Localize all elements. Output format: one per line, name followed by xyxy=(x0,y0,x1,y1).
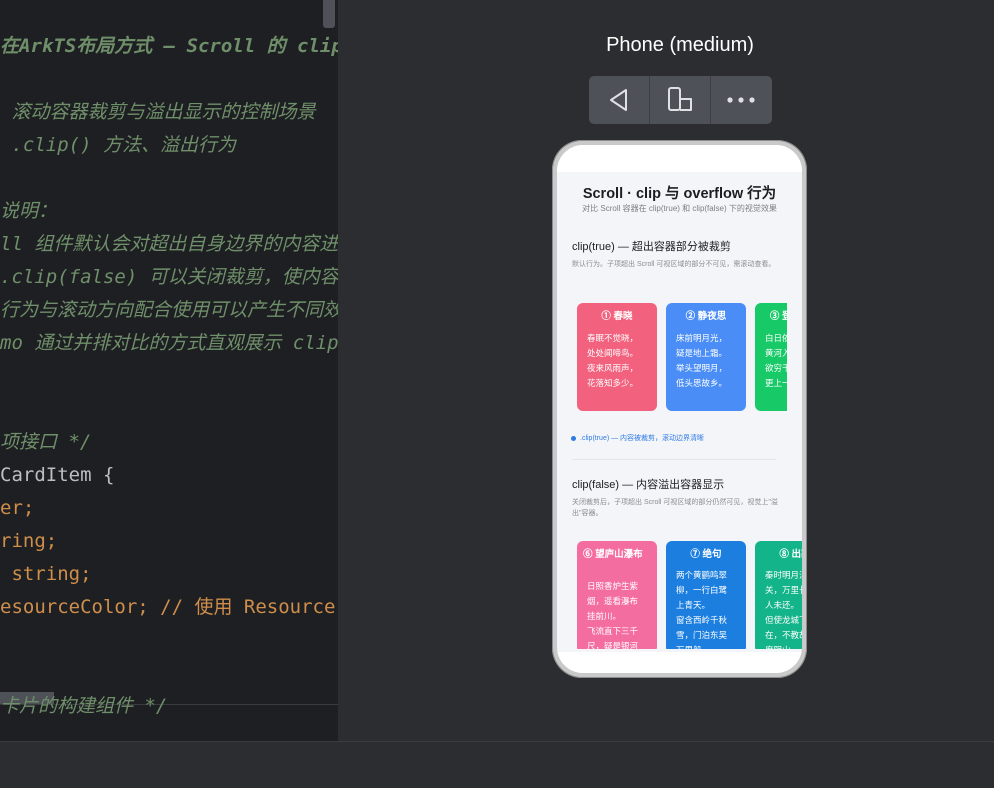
card-1: ① 春晓 春眠不觉晓， 处处闻啼鸟。 夜来风雨声， 花落知多少。 xyxy=(577,303,657,411)
section2-title: clip(false) — 内容溢出容器显示 xyxy=(572,479,725,491)
code-editor[interactable]: 在ArkTS布局方式 — Scroll 的 clip 滚动容器裁剪与溢出显示的控… xyxy=(0,0,338,741)
card-body: 两个黄鹂鸣翠 柳，一行白鹭 上青天。 窗含西岭千秋 雪，门泊东吴 万里船。 xyxy=(676,570,728,649)
code-line: 说明： xyxy=(0,200,58,222)
code-line: 在ArkTS布局方式 — Scroll 的 clip xyxy=(0,35,338,57)
previewer-toolbar xyxy=(589,76,772,124)
code-line: mo 通过并排对比的方式直观展示 clip xyxy=(0,332,338,354)
device-title: Phone (medium) xyxy=(606,34,754,56)
bottom-status-bar xyxy=(0,741,994,788)
more-button[interactable] xyxy=(711,76,771,124)
code-line: ring; xyxy=(0,530,58,552)
card-3: ③ 登鹳雀楼 白日依山尽， 黄河入海流。 欲穷千里目， 更上一层楼。 xyxy=(755,303,787,411)
code-line: CardItem { xyxy=(0,464,115,486)
code-line: ll 组件默认会对超出自身边界的内容进行 xyxy=(0,233,338,255)
scroll-clip-false[interactable]: ⑥ 望庐山瀑布 日照香炉生紫 烟，遥看瀑布 挂前川。 飞流直下三千 尺，疑是银河… xyxy=(573,539,802,649)
rotate-device-button[interactable] xyxy=(650,76,710,124)
card-body: 白日依山尽， 黄河入海流。 欲穷千里目， 更上一层楼。 xyxy=(765,333,787,388)
card-title: ⑥ 望庐山瀑布 xyxy=(583,549,643,560)
code-line: .clip(false) 可以关闭裁剪，使内容 xyxy=(0,266,338,288)
device-rotate-icon xyxy=(668,87,692,111)
card-8: ⑧ 出塞 秦时明月汉时 关，万里长征 人未还。 但使龙城飞将 在，不教胡马 度阴… xyxy=(755,541,802,649)
status-bar xyxy=(557,145,802,172)
scroll-clip-true[interactable]: ① 春晓 春眠不觉晓， 处处闻啼鸟。 夜来风雨声， 花落知多少。 ② 静夜思 床… xyxy=(573,301,787,413)
editor-vertical-scrollbar[interactable] xyxy=(323,0,335,28)
card-title: ② 静夜思 xyxy=(685,311,727,322)
section1-desc: 默认行为。子项超出 Scroll 可视区域的部分不可见，需滚动查看。 xyxy=(572,261,776,268)
back-button[interactable] xyxy=(589,76,649,124)
code-line: er; xyxy=(0,497,35,519)
card-body: 春眠不觉晓， 处处闻啼鸟。 夜来风雨声， 花落知多少。 xyxy=(587,333,639,388)
code-line: esourceColor; // 使用 Resource xyxy=(0,596,336,618)
more-dots-icon xyxy=(727,97,755,103)
legend-dot-icon xyxy=(571,435,576,441)
card-title: ③ 登鹳雀楼 xyxy=(769,311,787,322)
clip-legend: .clip(true) — 内容被裁剪，滚动边界清晰 xyxy=(571,433,704,443)
card-7: ⑦ 绝句 两个黄鹂鸣翠 柳，一行白鹭 上青天。 窗含西岭千秋 雪，门泊东吴 万里… xyxy=(666,541,746,649)
phone-screen[interactable]: Scroll · clip 与 overflow 行为 对比 Scroll 容器… xyxy=(557,145,802,673)
card-title: ① 春晓 xyxy=(601,311,633,322)
card-2: ② 静夜思 床前明月光， 疑是地上霜。 举头望明月， 低头思故乡。 xyxy=(666,303,746,411)
card-body: 日照香炉生紫 烟，遥看瀑布 挂前川。 飞流直下三千 尺，疑是银河 xyxy=(587,581,639,649)
section1-title: clip(true) — 超出容器部分被裁剪 xyxy=(572,241,731,253)
navigation-bar xyxy=(557,652,802,673)
card-body: 秦时明月汉时 关，万里长征 人未还。 但使龙城飞将 在，不教胡马 度阴山。 xyxy=(765,570,802,649)
code-line: 滚动容器裁剪与溢出显示的控制场景 xyxy=(0,101,316,123)
card-title: ⑦ 绝句 xyxy=(690,549,722,560)
app-title: Scroll · clip 与 overflow 行为 xyxy=(582,186,777,202)
code-line: string; xyxy=(0,563,92,585)
code-line: 项接口 */ xyxy=(0,431,92,453)
code-line: .clip() 方法、溢出行为 xyxy=(0,134,236,156)
app-subtitle: 对比 Scroll 容器在 clip(true) 和 clip(false) 下… xyxy=(582,204,777,213)
code-line: 卡片的构建组件 */ xyxy=(0,695,168,717)
card-6: ⑥ 望庐山瀑布 日照香炉生紫 烟，遥看瀑布 挂前川。 飞流直下三千 尺，疑是银河 xyxy=(577,541,657,649)
legend-text: .clip(true) — 内容被裁剪，滚动边界清晰 xyxy=(580,435,705,442)
code-line: 行为与滚动方向配合使用可以产生不同效果 xyxy=(0,299,338,321)
card-body: 床前明月光， 疑是地上霜。 举头望明月， 低头思故乡。 xyxy=(676,333,728,388)
back-triangle-icon xyxy=(610,89,627,111)
card-title: ⑧ 出塞 xyxy=(779,549,802,560)
section-divider xyxy=(572,459,776,460)
section2-desc: 关闭裁剪后，子项超出 Scroll 可视区域的部分仍然可见，视觉上"溢出"容器。 xyxy=(572,499,778,517)
